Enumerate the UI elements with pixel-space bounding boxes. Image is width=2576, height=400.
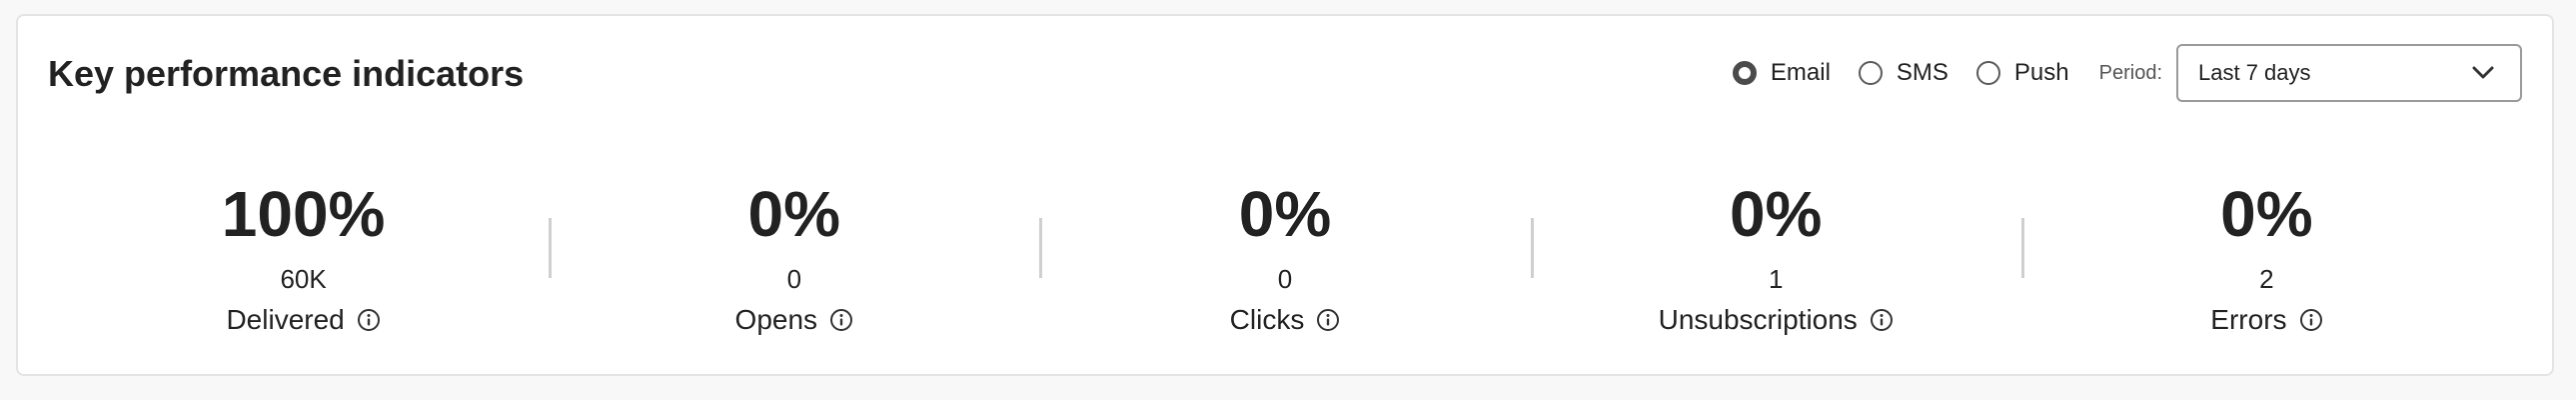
kpi-count: 2 <box>2259 264 2274 294</box>
kpi-controls: Email SMS Push Period: Last 7 days <box>1732 44 2522 102</box>
kpi-label-row: Delivered <box>226 306 380 334</box>
kpi-count: 60K <box>280 264 327 294</box>
kpi-label-row: Unsubscriptions <box>1659 306 1894 334</box>
kpi-percent: 0% <box>1238 178 1332 250</box>
period-select[interactable]: Last 7 days <box>2176 44 2522 102</box>
kpi-label-row: Opens <box>735 306 854 334</box>
kpi-delivered: 100% 60K Delivered <box>58 172 549 342</box>
chevron-down-icon[interactable] <box>2472 66 2494 80</box>
info-icon[interactable] <box>2299 308 2323 332</box>
kpi-count: 0 <box>786 264 802 294</box>
kpi-label-row: Errors <box>2210 306 2322 334</box>
kpi-clicks: 0% 0 Clicks <box>1039 172 1530 342</box>
radio-button[interactable] <box>1975 61 2000 85</box>
kpi-label-row: Clicks <box>1230 306 1341 334</box>
card-title: Key performance indicators <box>48 53 525 94</box>
kpi-count: 1 <box>1768 264 1784 294</box>
info-icon[interactable] <box>357 308 381 332</box>
kpi-percent: 0% <box>747 178 841 250</box>
kpi-percent: 100% <box>221 178 386 250</box>
radio-sms[interactable]: SMS <box>1858 59 1948 87</box>
kpi-opens: 0% 0 Opens <box>549 172 1039 342</box>
kpi-label: Opens <box>734 304 818 335</box>
kpi-label: Delivered <box>226 304 345 335</box>
radio-label-email: Email <box>1770 59 1831 86</box>
radio-email[interactable]: Email <box>1732 59 1831 87</box>
kpi-percent: 0% <box>1729 178 1823 250</box>
info-icon[interactable] <box>829 308 853 332</box>
kpi-label: Errors <box>2210 304 2287 335</box>
kpi-label: Clicks <box>1229 304 1305 335</box>
period-label: Period: <box>2098 61 2162 84</box>
info-icon[interactable] <box>1316 308 1340 332</box>
kpi-errors: 0% 2 Errors <box>2020 172 2512 342</box>
radio-button[interactable] <box>1858 61 1883 85</box>
kpi-count: 0 <box>1277 264 1293 294</box>
kpi-unsubscriptions: 0% 1 Unsubscriptions <box>1530 172 2021 342</box>
radio-push[interactable]: Push <box>1975 59 2069 87</box>
kpi-percent: 0% <box>2220 178 2313 250</box>
kpi-card: Key performance indicators Email SMS Pus… <box>16 14 2554 376</box>
kpi-row: 100% 60K Delivered 0% 0 Opens 0% 0 Click… <box>58 172 2512 342</box>
kpi-label: Unsubscriptions <box>1658 304 1858 335</box>
radio-label-push: Push <box>2013 59 2069 86</box>
info-icon[interactable] <box>1870 308 1894 332</box>
period-select-value: Last 7 days <box>2198 60 2311 85</box>
radio-button-checked[interactable] <box>1732 61 1757 85</box>
radio-label-sms: SMS <box>1896 59 1948 86</box>
